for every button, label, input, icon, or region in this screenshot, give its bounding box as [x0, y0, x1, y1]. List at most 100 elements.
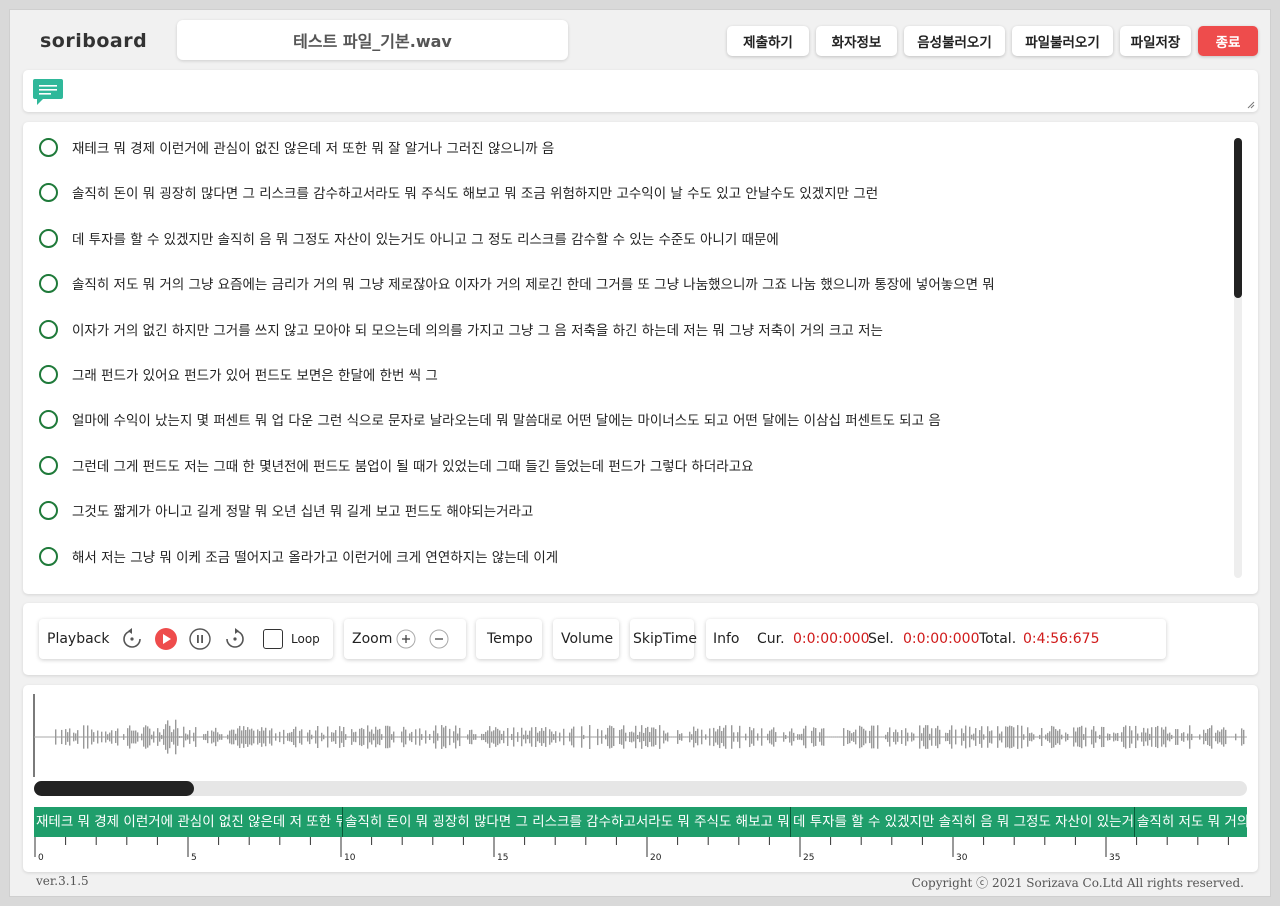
waveform-bar: [901, 730, 903, 744]
resize-grip-icon[interactable]: [1247, 101, 1255, 109]
waveform-bar: [133, 730, 135, 744]
waveform-bar: [679, 733, 681, 741]
status-circle-icon[interactable]: [39, 364, 58, 384]
forward-icon[interactable]: [224, 628, 246, 650]
transcript-text[interactable]: 그런데 그게 펀드도 저는 그때 한 몇년전에 펀드도 붐업이 될 때가 있었는…: [72, 455, 754, 475]
transcript-row[interactable]: 그래 펀드가 있어요 펀드가 있어 펀드도 보면은 한달에 한번 씩 그: [23, 362, 1213, 386]
transcript-text[interactable]: 재테크 뭐 경제 이런거에 관심이 없진 않은데 저 또한 뭐 잘 알거나 그러…: [72, 137, 554, 157]
waveform-bar: [655, 729, 657, 745]
waveform-bar: [677, 730, 679, 744]
waveform-bar: [303, 736, 305, 738]
waveform-bar: [1137, 733, 1139, 741]
status-circle-icon[interactable]: [39, 182, 58, 202]
waveform-bar: [89, 736, 91, 738]
tempo-button[interactable]: Tempo: [476, 619, 542, 659]
waveform-bar: [365, 736, 367, 738]
speaker-info-button[interactable]: 화자정보: [816, 26, 897, 56]
load-file-button[interactable]: 파일불러오기: [1012, 26, 1113, 56]
transcript-text[interactable]: 솔직히 저도 뭐 거의 그냥 요즘에는 금리가 거의 뭐 그냥 제로잖아요 이자…: [72, 273, 995, 293]
waveform-bar: [273, 736, 275, 738]
transcript-text[interactable]: 얼마에 수익이 났는지 몇 퍼센트 뭐 업 다운 그런 식으로 문자로 날라오는…: [72, 409, 941, 429]
vertical-scrollbar-thumb[interactable]: [1234, 138, 1242, 298]
submit-button[interactable]: 제출하기: [727, 26, 809, 56]
waveform-bar: [531, 727, 533, 747]
waveform-bar: [555, 731, 557, 743]
transcript-text[interactable]: 그래 펀드가 있어요 펀드가 있어 펀드도 보면은 한달에 한번 씩 그: [72, 364, 438, 384]
loop-checkbox[interactable]: [263, 629, 283, 649]
status-circle-icon[interactable]: [39, 409, 58, 429]
transcript-row[interactable]: 재테크 뭐 경제 이런거에 관심이 없진 않은데 저 또한 뭐 잘 알거나 그러…: [23, 135, 1213, 159]
skiptime-button[interactable]: SkipTime: [630, 619, 697, 659]
save-file-button[interactable]: 파일저장: [1120, 26, 1191, 56]
transcript-row[interactable]: 그런데 그게 펀드도 저는 그때 한 몇년전에 펀드도 붐업이 될 때가 있었는…: [23, 453, 1213, 477]
waveform-bar: [325, 736, 327, 738]
waveform-bar: [233, 729, 235, 745]
waveform-bar: [177, 728, 179, 746]
waveform-bar: [871, 725, 873, 749]
exit-button[interactable]: 종료: [1198, 26, 1258, 56]
waveform-bar: [1133, 736, 1135, 738]
status-circle-icon[interactable]: [39, 546, 58, 566]
zoom-out-icon[interactable]: [429, 629, 449, 649]
transcript-text[interactable]: 그것도 짧게가 아니고 길게 정말 뭐 오년 십년 뭐 길게 보고 펀드도 해야…: [72, 500, 533, 520]
waveform-bar: [255, 736, 257, 738]
transcript-row[interactable]: 솔직히 저도 뭐 거의 그냥 요즘에는 금리가 거의 뭐 그냥 제로잖아요 이자…: [23, 271, 1213, 295]
waveform-bar: [1227, 736, 1229, 738]
zoom-in-icon[interactable]: [396, 629, 416, 649]
segment-block[interactable]: 재테크 뭐 경제 이런거에 관심이 없진 않은데 저 또한 뭐 잘 알거나 그러…: [34, 807, 342, 837]
transcript-row[interactable]: 이자가 거의 없긴 하지만 그거를 쓰지 않고 모아야 되 모으는데 의의를 가…: [23, 317, 1213, 341]
waveform-bar: [169, 725, 171, 749]
waveform-bar: [617, 736, 619, 738]
status-circle-icon[interactable]: [39, 319, 58, 339]
waveform-bar: [567, 736, 569, 738]
waveform-bar: [925, 725, 927, 749]
waveform-bar: [933, 736, 935, 738]
segment-block[interactable]: 솔직히 돈이 뭐 굉장히 많다면 그 리스크를 감수하고서라도 뭐 주식도 해보…: [342, 807, 790, 837]
waveform-bar: [931, 728, 933, 746]
waveform-bar: [609, 725, 611, 749]
transcript-text[interactable]: 솔직히 돈이 뭐 굉장히 많다면 그 리스크를 감수하고서라도 뭐 주식도 해보…: [72, 182, 878, 202]
volume-button[interactable]: Volume: [553, 619, 619, 659]
status-circle-icon[interactable]: [39, 273, 58, 293]
waveform-bar: [523, 734, 525, 740]
vertical-scrollbar[interactable]: [1234, 138, 1242, 578]
waveform-bar: [63, 736, 65, 738]
transcript-text[interactable]: 데 투자를 할 수 있겠지만 솔직히 음 뭐 그정도 자산이 있는거도 아니고 …: [72, 228, 779, 248]
load-audio-button[interactable]: 음성불러오기: [904, 26, 1005, 56]
waveform-bar: [411, 731, 413, 743]
pause-icon[interactable]: [189, 628, 211, 650]
waveform-bar: [503, 730, 505, 744]
waveform-bar: [185, 733, 187, 741]
segment-block[interactable]: 데 투자를 할 수 있겠지만 솔직히 음 뭐 그정도 자산이 있는거도 아니고: [790, 807, 1134, 837]
status-circle-icon[interactable]: [39, 228, 58, 248]
rewind-icon[interactable]: [121, 628, 143, 650]
status-circle-icon[interactable]: [39, 137, 58, 157]
status-circle-icon[interactable]: [39, 455, 58, 475]
transcript-row[interactable]: 얼마에 수익이 났는지 몇 퍼센트 뭐 업 다운 그런 식으로 문자로 날라오는…: [23, 407, 1213, 431]
waveform-bar: [915, 736, 917, 738]
transcript-text[interactable]: 이자가 거의 없긴 하지만 그거를 쓰지 않고 모아야 되 모으는데 의의를 가…: [72, 319, 883, 339]
waveform-bar: [117, 728, 119, 746]
transcript-text[interactable]: 해서 저는 그냥 뭐 이케 조금 떨어지고 올라가고 이런거에 크게 연연하지는…: [72, 546, 558, 566]
transcript-row[interactable]: 데 투자를 할 수 있겠지만 솔직히 음 뭐 그정도 자산이 있는거도 아니고 …: [23, 226, 1213, 250]
waveform-bar: [439, 736, 441, 738]
transcript-row[interactable]: 해서 저는 그냥 뭐 이케 조금 떨어지고 올라가고 이런거에 크게 연연하지는…: [23, 544, 1213, 568]
horizontal-scrollbar[interactable]: [34, 781, 1247, 796]
waveform-bar: [83, 725, 85, 749]
waveform-bar: [595, 736, 597, 738]
transcript-row[interactable]: 솔직히 돈이 뭐 굉장히 많다면 그 리스크를 감수하고서라도 뭐 주식도 해보…: [23, 180, 1213, 204]
transcript-row[interactable]: 그것도 짧게가 아니고 길게 정말 뭐 오년 십년 뭐 길게 보고 펀드도 해야…: [23, 498, 1213, 522]
play-icon[interactable]: [155, 628, 177, 650]
waveform-bar: [483, 733, 485, 741]
waveform-bar: [877, 725, 879, 749]
waveform[interactable]: [23, 685, 1258, 777]
waveform-bar: [69, 728, 71, 746]
memo-textarea[interactable]: [23, 70, 1258, 112]
waveform-bar: [895, 729, 897, 745]
app-window: soriboard 테스트 파일_기본.wav 제출하기 화자정보 음성불러오기…: [9, 9, 1271, 897]
status-circle-icon[interactable]: [39, 500, 58, 520]
horizontal-scrollbar-thumb[interactable]: [34, 781, 194, 796]
segment-block[interactable]: 솔직히 저도 뭐 거의 그냥 요즘에는: [1134, 807, 1247, 837]
waveform-bar: [1093, 726, 1095, 748]
chat-bubble-icon[interactable]: [33, 79, 63, 105]
